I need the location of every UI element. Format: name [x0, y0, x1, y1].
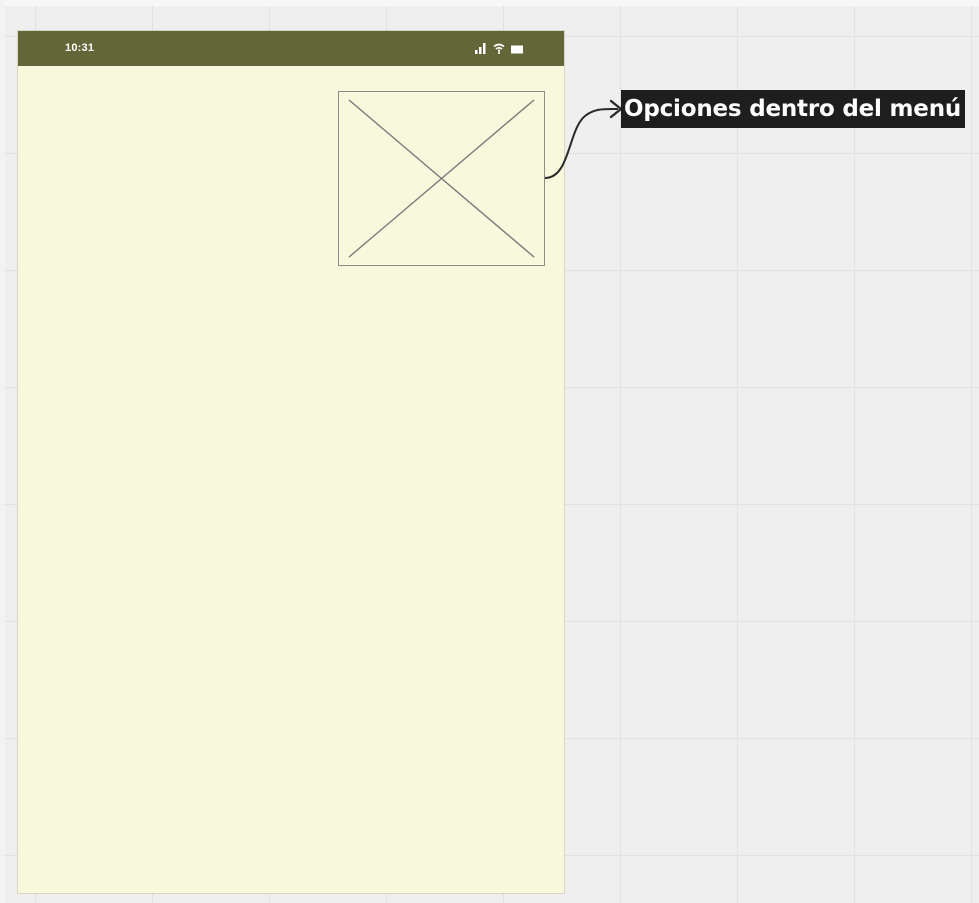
status-bar: 10:31 [18, 31, 564, 66]
wifi-icon [493, 43, 505, 54]
signal-icon [475, 43, 487, 54]
status-time: 10:31 [65, 42, 95, 54]
connector-arrow[interactable] [540, 90, 630, 190]
image-placeholder[interactable] [338, 91, 545, 266]
canvas-edge-top [0, 0, 979, 6]
annotation-label[interactable]: Opciones dentro del menú [621, 90, 966, 128]
image-placeholder-x-icon [348, 99, 535, 258]
battery-icon [511, 45, 524, 54]
canvas-edge-left [0, 0, 5, 903]
phone-wireframe[interactable]: 10:31 [17, 30, 565, 894]
status-icons [475, 42, 524, 54]
